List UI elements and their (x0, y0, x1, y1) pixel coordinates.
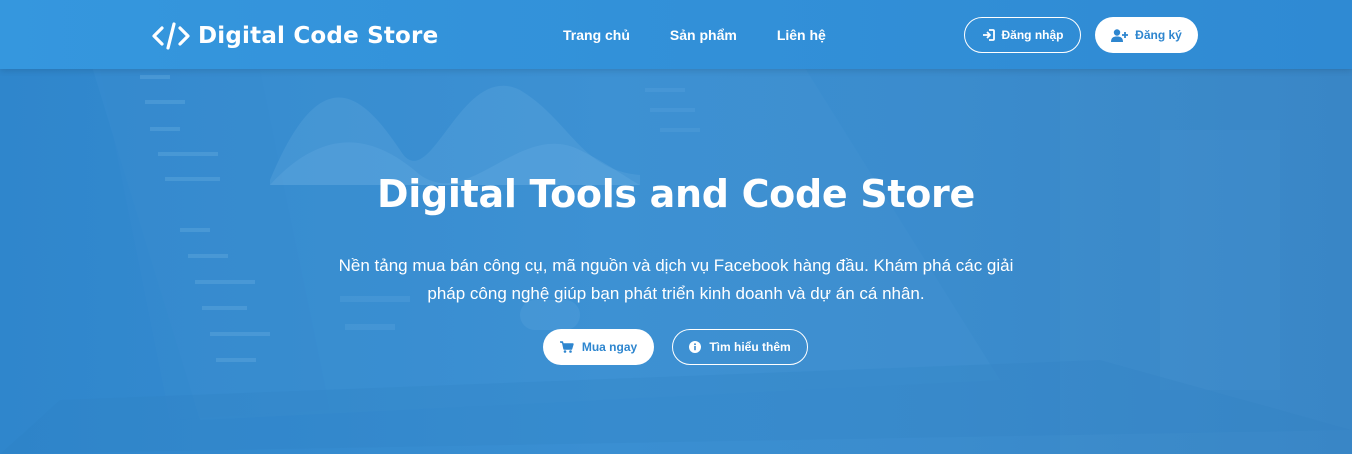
cart-icon (559, 341, 574, 353)
info-icon (689, 341, 702, 353)
learn-more-button[interactable]: Tìm hiểu thêm (672, 329, 808, 365)
hero-description-line-1: Nền tảng mua bán công cụ, mã nguồn và dị… (338, 256, 1014, 275)
buy-now-label: Mua ngay (581, 340, 638, 354)
user-plus-icon (1111, 28, 1129, 42)
hero-description-line-2: pháp công nghệ giúp bạn phát triển kinh … (427, 284, 925, 303)
register-label: Đăng ký (1135, 28, 1182, 42)
hero-title: Digital Tools and Code Store (377, 172, 975, 216)
nav-item-products[interactable]: Sản phẩm (670, 27, 737, 43)
nav-item-home[interactable]: Trang chủ (563, 27, 630, 43)
buy-now-button[interactable]: Mua ngay (543, 329, 654, 365)
hero-description: Nền tảng mua bán công cụ, mã nguồn và dị… (326, 252, 1026, 308)
code-icon (152, 22, 190, 50)
nav-item-contact[interactable]: Liên hệ (777, 27, 826, 43)
login-button[interactable]: Đăng nhập (964, 17, 1081, 53)
main-nav: Trang chủ Sản phẩm Liên hệ (563, 27, 866, 43)
brand-name: Digital Code Store (198, 23, 439, 49)
learn-more-label: Tìm hiểu thêm (709, 340, 791, 354)
register-button[interactable]: Đăng ký (1095, 17, 1198, 53)
hero-section: Digital Code Store Trang chủ Sản phẩm Li… (0, 0, 1352, 454)
sign-in-icon (982, 29, 995, 41)
brand-logo[interactable]: Digital Code Store (152, 19, 438, 53)
navbar: Digital Code Store Trang chủ Sản phẩm Li… (0, 0, 1352, 69)
login-label: Đăng nhập (1001, 28, 1064, 42)
